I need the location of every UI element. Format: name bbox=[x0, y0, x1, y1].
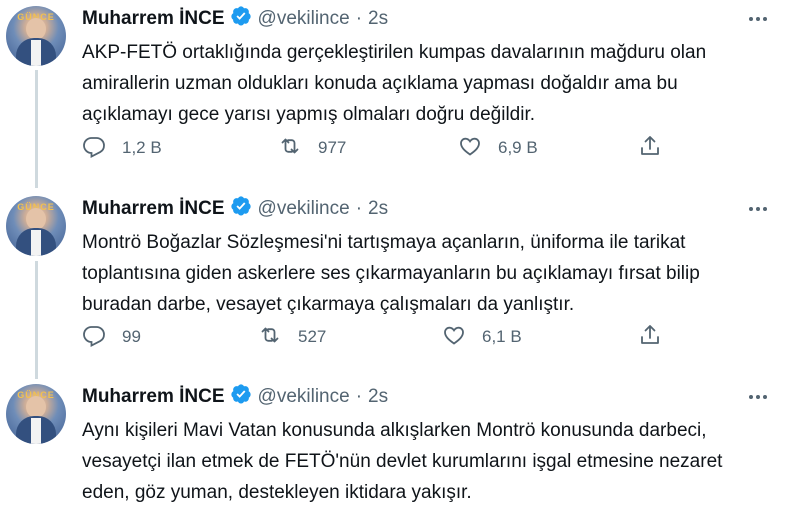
retweet-button[interactable]: 527 bbox=[258, 323, 442, 352]
like-count: 6,9 B bbox=[498, 138, 538, 157]
separator-dot: · bbox=[355, 198, 363, 219]
verified-badge-icon bbox=[225, 5, 258, 33]
reply-count: 1,2 B bbox=[122, 138, 162, 157]
like-count: 6,1 B bbox=[482, 327, 522, 346]
retweet-icon bbox=[258, 323, 282, 352]
tweet-text: Montrö Boğazlar Sözleşmesi'ni tartışmaya… bbox=[82, 232, 700, 315]
share-button[interactable] bbox=[638, 323, 662, 352]
reply-count: 99 bbox=[122, 327, 141, 346]
avatar[interactable]: GÜNCE bbox=[6, 196, 66, 256]
share-icon bbox=[638, 134, 662, 163]
thread-line bbox=[35, 261, 38, 379]
retweet-icon bbox=[278, 134, 302, 163]
tweet-actions: 99 527 6,1 B bbox=[82, 323, 702, 351]
thread-line bbox=[35, 70, 38, 188]
author-name[interactable]: Muharrem İNCE bbox=[82, 8, 225, 30]
like-button[interactable]: 6,9 B bbox=[458, 134, 638, 163]
timestamp[interactable]: 2s bbox=[368, 8, 388, 30]
tweet-thread: GÜNCE Muharrem İNCE @vekilince · 2s AKP-… bbox=[0, 0, 790, 511]
author-handle[interactable]: @vekilince bbox=[258, 8, 350, 30]
separator-dot: · bbox=[355, 8, 363, 29]
author-name[interactable]: Muharrem İNCE bbox=[82, 198, 225, 220]
author-name[interactable]: Muharrem İNCE bbox=[82, 386, 225, 408]
verified-badge-icon bbox=[225, 195, 258, 223]
separator-dot: · bbox=[355, 386, 363, 407]
reply-icon bbox=[82, 323, 106, 352]
more-icon[interactable] bbox=[746, 6, 770, 32]
like-icon bbox=[458, 134, 482, 163]
tweet-header: Muharrem İNCE @vekilince · 2s bbox=[82, 6, 776, 32]
retweet-button[interactable]: 977 bbox=[278, 134, 458, 163]
timestamp[interactable]: 2s bbox=[368, 386, 388, 408]
author-handle[interactable]: @vekilince bbox=[258, 386, 350, 408]
more-icon[interactable] bbox=[746, 384, 770, 410]
verified-badge-icon bbox=[225, 383, 258, 411]
author-handle[interactable]: @vekilince bbox=[258, 198, 350, 220]
reply-button[interactable]: 1,2 B bbox=[82, 134, 278, 163]
tweet-actions: 1,2 B 977 6,9 B bbox=[82, 134, 702, 162]
reply-button[interactable]: 99 bbox=[82, 323, 258, 352]
retweet-count: 977 bbox=[318, 138, 347, 157]
avatar[interactable]: GÜNCE bbox=[6, 384, 66, 444]
timestamp[interactable]: 2s bbox=[368, 198, 388, 220]
avatar[interactable]: GÜNCE bbox=[6, 6, 66, 66]
more-icon[interactable] bbox=[746, 196, 770, 222]
tweet-header: Muharrem İNCE @vekilince · 2s bbox=[82, 384, 776, 410]
share-icon bbox=[638, 323, 662, 352]
tweet-header: Muharrem İNCE @vekilince · 2s bbox=[82, 196, 776, 222]
tweet-text: AKP-FETÖ ortaklığında gerçekleştirilen k… bbox=[82, 42, 707, 125]
tweet-text: Aynı kişileri Mavi Vatan konusunda alkış… bbox=[82, 420, 723, 503]
share-button[interactable] bbox=[638, 134, 662, 163]
reply-icon bbox=[82, 134, 106, 163]
like-icon bbox=[442, 323, 466, 352]
retweet-count: 527 bbox=[298, 327, 327, 346]
like-button[interactable]: 6,1 B bbox=[442, 323, 638, 352]
